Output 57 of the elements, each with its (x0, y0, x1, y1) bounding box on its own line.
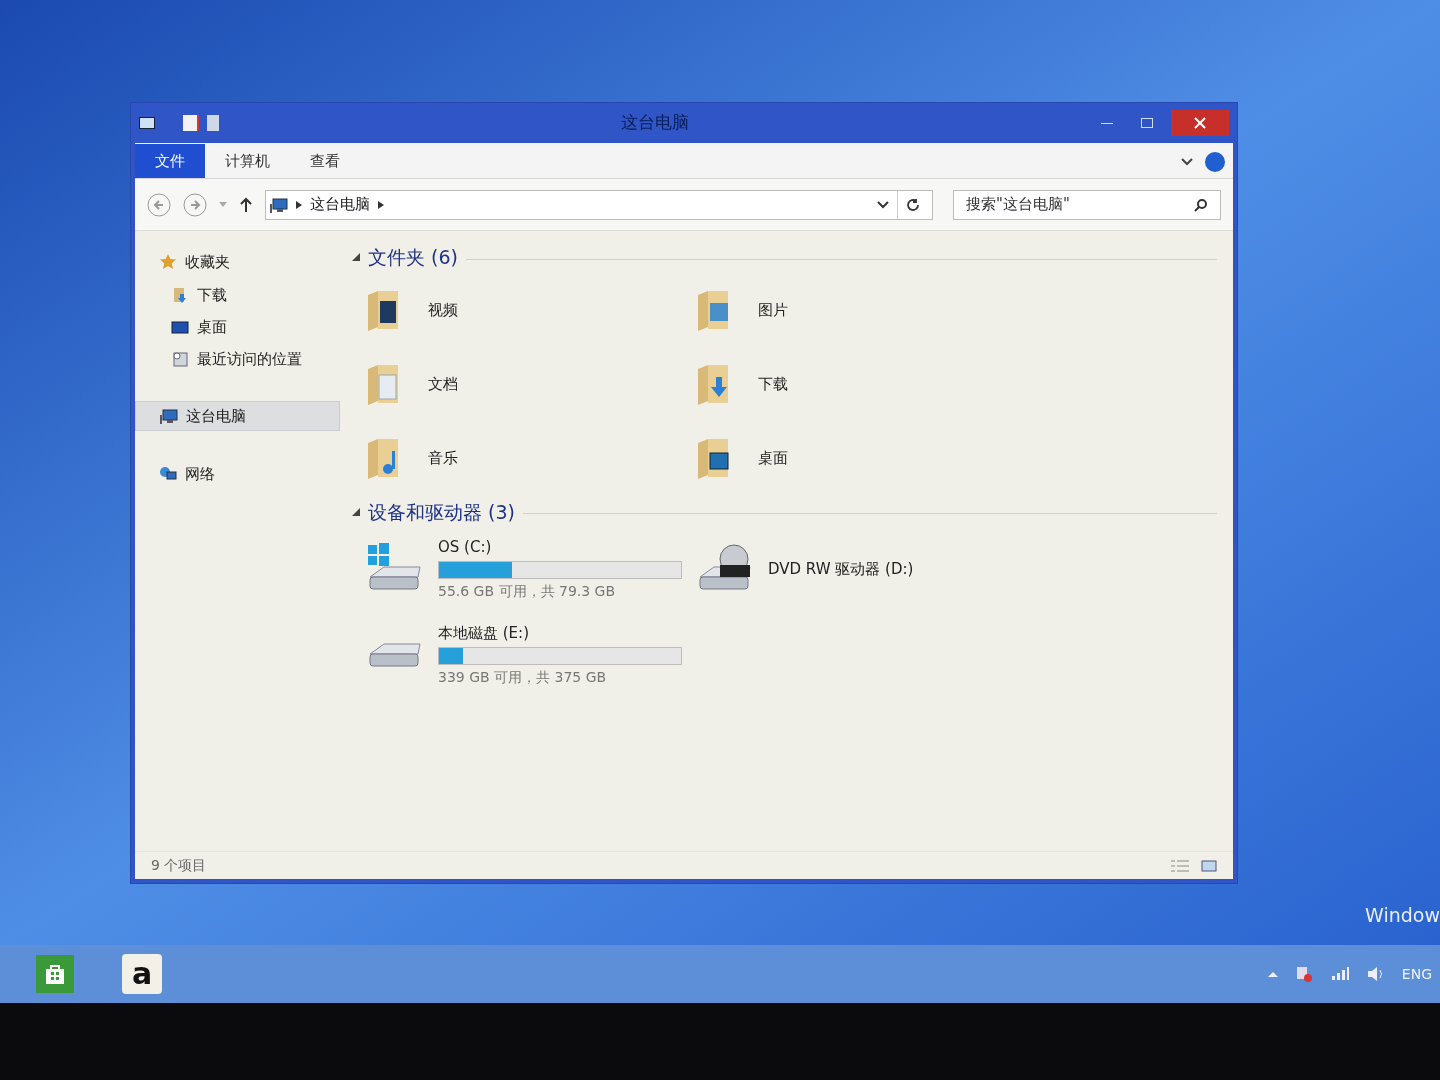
computer-icon (270, 195, 288, 214)
breadcrumb-item[interactable]: 这台电脑 (310, 193, 370, 216)
shopping-app-button[interactable]: a (122, 954, 162, 994)
section-heading: 文件夹 (6) (368, 245, 458, 270)
sidebar-item[interactable]: 网络 (135, 459, 340, 489)
folder-item[interactable]: 文档 (364, 353, 694, 416)
signal-icon[interactable] (1329, 966, 1350, 982)
recent-icon (171, 350, 189, 368)
folder-item[interactable]: 桌面 (694, 427, 1024, 490)
folder-item[interactable]: 视频 (364, 279, 694, 342)
chevron-down-icon[interactable] (877, 200, 889, 209)
ribbon-tab[interactable]: 文件 (135, 144, 205, 178)
sidebar-item[interactable]: 桌面 (135, 313, 340, 341)
section-heading: 设备和驱动器 (3) (368, 499, 515, 525)
up-arrow-icon[interactable] (239, 196, 253, 213)
sidebar-item[interactable]: 下载 (135, 281, 340, 309)
drive-item[interactable]: OS (C:) 55.6 GB 可用，共 79.3 GB (364, 530, 694, 608)
close-button[interactable] (1171, 110, 1229, 136)
folder-item[interactable]: 下载 (694, 353, 1024, 416)
properties-icon[interactable] (183, 115, 199, 131)
back-icon[interactable] (147, 192, 171, 217)
shopping-bag-icon (44, 963, 66, 985)
downloads-icon (171, 286, 189, 304)
close-icon (1194, 117, 1206, 129)
breadcrumb-arrow-icon[interactable] (296, 200, 302, 209)
ribbon-tab[interactable]: 查看 (290, 144, 360, 178)
hard-drive-icon (368, 642, 422, 668)
sidebar-item[interactable]: 收藏夹 (135, 247, 340, 277)
status-text: 9 个项目 (151, 856, 207, 875)
collapse-toggle-icon[interactable] (352, 507, 360, 516)
network-icon (159, 465, 177, 483)
store-app-button[interactable] (36, 955, 74, 993)
breadcrumb-arrow-icon[interactable] (378, 200, 384, 209)
large-icons-view-icon[interactable] (1201, 858, 1217, 873)
search-icon (1194, 197, 1208, 212)
drive-item[interactable]: DVD RW 驱动器 (D:) (694, 530, 1024, 608)
desktop-watermark-text: Window (1365, 903, 1440, 928)
window-title: 这台电脑 (620, 111, 690, 135)
caret-up-icon[interactable] (1267, 971, 1278, 977)
forward-icon[interactable] (183, 192, 207, 217)
chevron-down-icon[interactable] (1181, 158, 1193, 166)
computer-icon[interactable] (139, 117, 155, 129)
help-icon[interactable] (1205, 152, 1225, 172)
computer-icon (160, 407, 178, 425)
folder-item[interactable]: 图片 (694, 279, 1024, 342)
refresh-icon (906, 197, 920, 212)
ribbon-tab[interactable]: 计算机 (205, 144, 290, 178)
desktop-icon (171, 318, 189, 336)
folder-item[interactable]: 音乐 (364, 427, 694, 490)
search-input[interactable]: 搜索"这台电脑" (966, 193, 1194, 216)
search-field[interactable]: 搜索"这台电脑" (953, 189, 1221, 220)
address-bar[interactable]: 这台电脑 (265, 189, 933, 220)
drive-item[interactable]: 本地磁盘 (E:) 339 GB 可用，共 375 GB (364, 616, 694, 694)
sidebar-item[interactable]: 最近访问的位置 (135, 345, 340, 373)
collapse-toggle-icon[interactable] (352, 253, 360, 262)
favorites-icon (159, 253, 177, 271)
sidebar-item[interactable]: 这台电脑 (135, 401, 340, 431)
